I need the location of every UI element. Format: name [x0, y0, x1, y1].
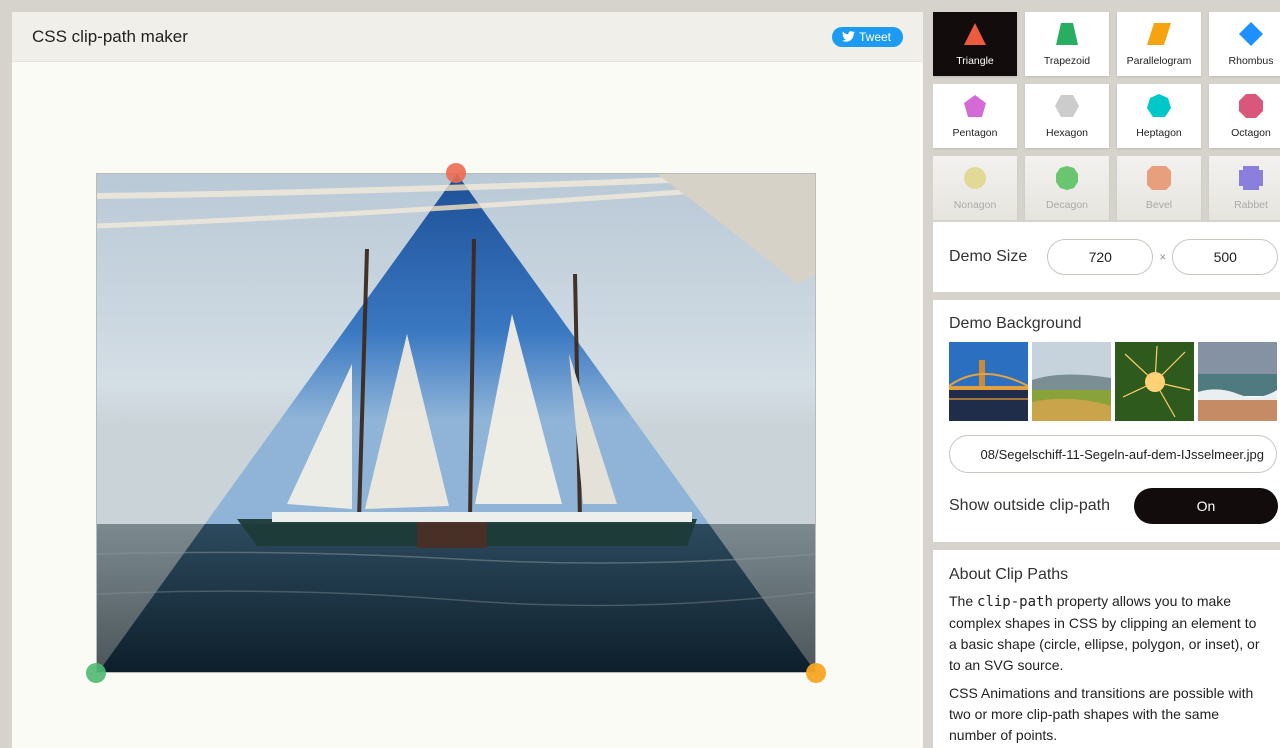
- about-p1-text-start: The: [949, 593, 978, 609]
- shape-tile-decagon[interactable]: Decagon: [1025, 156, 1109, 220]
- pentagon-icon: [964, 95, 986, 117]
- decagon-icon: [1056, 166, 1078, 190]
- thumb-bridge[interactable]: [949, 342, 1028, 421]
- rhombus-icon: [1239, 22, 1263, 46]
- shape-tile-nonagon[interactable]: Nonagon: [933, 156, 1017, 220]
- thumb-sparkler[interactable]: [1115, 342, 1194, 421]
- clip-demo-area[interactable]: [96, 173, 816, 673]
- shape-tile-rabbet[interactable]: Rabbet: [1209, 156, 1280, 220]
- bottom-left-vertex-handle[interactable]: [86, 663, 106, 683]
- about-paragraph-2: CSS Animations and transitions are possi…: [949, 685, 1254, 743]
- tweet-label: Tweet: [858, 29, 891, 44]
- tweet-button[interactable]: Tweet: [831, 26, 903, 47]
- thumb-valley[interactable]: [1032, 342, 1111, 421]
- bottom-right-vertex-handle[interactable]: [806, 663, 826, 683]
- about-card: About Clip Paths The clip-path property …: [933, 550, 1280, 748]
- header-bar: CSS clip-path maker Tweet: [12, 12, 923, 62]
- shape-tile-rhombus[interactable]: Rhombus: [1209, 12, 1280, 76]
- clip-path-code: clip-path: [977, 594, 1053, 610]
- demo-background-title: Demo Background: [949, 315, 1082, 332]
- demo-size-label: Demo Size: [949, 248, 1028, 265]
- width-input[interactable]: [1047, 239, 1154, 275]
- height-input[interactable]: [1172, 239, 1279, 275]
- shape-tile-parallelogram[interactable]: Parallelogram: [1117, 12, 1201, 76]
- show-outside-label: Show outside clip-path: [949, 497, 1110, 514]
- image-url-input[interactable]: 08/Segelschiff-11-Segeln-auf-dem-IJsselm…: [949, 435, 1277, 473]
- bird-icon: [841, 31, 855, 42]
- shape-tile-bevel[interactable]: Bevel: [1117, 156, 1201, 220]
- shape-tile-hexagon[interactable]: Hexagon: [1025, 84, 1109, 148]
- times-separator: ×: [1159, 250, 1167, 264]
- shape-tile-pentagon[interactable]: Pentagon: [933, 84, 1017, 148]
- parallelogram-icon: [1147, 23, 1171, 45]
- triangle-icon: [964, 23, 986, 45]
- sailboat-photo: [97, 174, 815, 672]
- shape-picker: Triangle Trapezoid Parallelogram Rhombus…: [933, 12, 1280, 220]
- heptagon-icon: [1147, 94, 1171, 117]
- rabbet-icon: [1239, 166, 1263, 190]
- shape-tile-heptagon[interactable]: Heptagon: [1117, 84, 1201, 148]
- shape-tile-octagon[interactable]: Octagon: [1209, 84, 1280, 148]
- outside-clip-row: Show outside clip-path On: [949, 488, 1280, 524]
- background-thumbnails: [949, 342, 1280, 421]
- about-paragraph-1: The clip-path property allows you to mak…: [949, 591, 1264, 676]
- page-title: CSS clip-path maker: [32, 26, 188, 46]
- show-outside-toggle[interactable]: On: [1134, 488, 1278, 524]
- image-url-value: 08/Segelschiff-11-Segeln-auf-dem-IJsselm…: [980, 446, 1265, 462]
- shape-tile-trapezoid[interactable]: Trapezoid: [1025, 12, 1109, 76]
- about-title: About Clip Paths: [949, 566, 1069, 583]
- demo-size-card: Demo Size ×: [933, 222, 1280, 292]
- bevel-icon: [1147, 166, 1171, 190]
- octagon-icon: [1239, 94, 1263, 118]
- trapezoid-icon: [1056, 23, 1078, 45]
- demo-background-card: Demo Background 08/Segelschiff-11-Segeln…: [933, 300, 1280, 542]
- thumb-beach[interactable]: [1198, 342, 1277, 421]
- hexagon-icon: [1055, 95, 1079, 117]
- nonagon-icon: [964, 167, 986, 189]
- shape-tile-triangle[interactable]: Triangle: [933, 12, 1017, 76]
- top-vertex-handle[interactable]: [446, 163, 466, 183]
